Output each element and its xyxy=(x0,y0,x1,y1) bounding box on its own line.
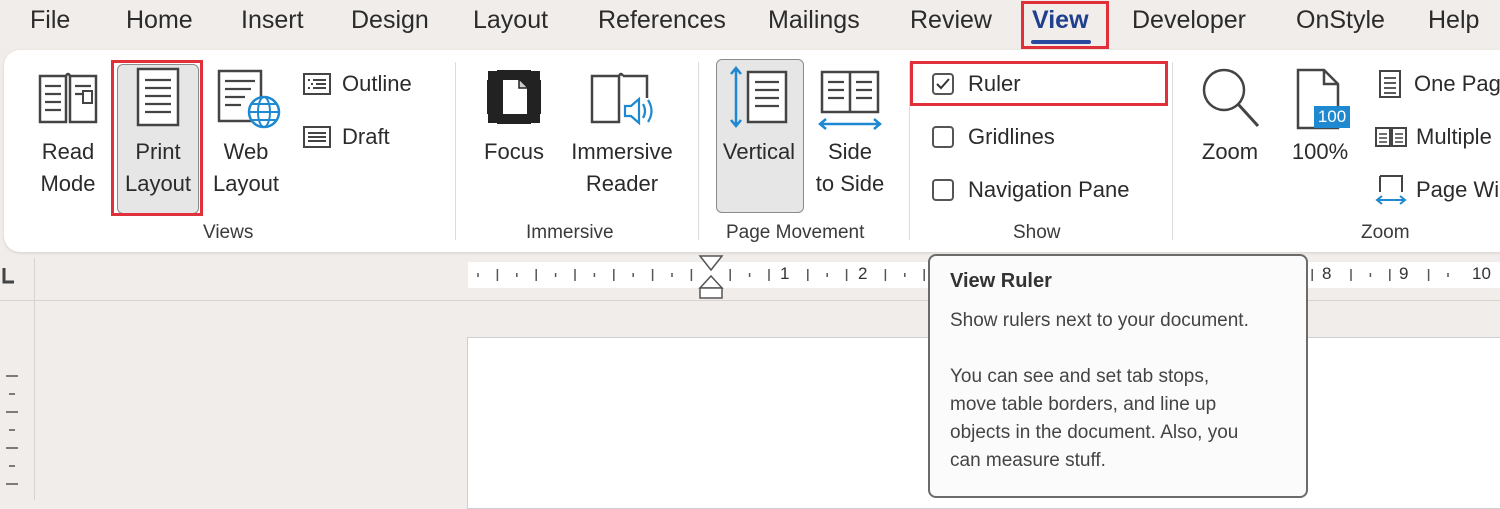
ruler-divider xyxy=(34,258,35,500)
book-icon xyxy=(38,72,98,124)
ruler-checkbox[interactable]: Ruler xyxy=(932,68,1021,100)
gridlines-checkbox[interactable]: Gridlines xyxy=(932,121,1055,153)
separator xyxy=(698,62,699,240)
one-page-label: One Pag xyxy=(1414,71,1500,96)
show-group-label: Show xyxy=(1013,222,1061,243)
menu-file[interactable]: File xyxy=(30,6,70,35)
side-to-side-icon xyxy=(818,70,882,130)
menu-onstyle[interactable]: OnStyle xyxy=(1296,6,1385,35)
immersive-group-label: Immersive xyxy=(526,222,614,243)
web-layout-label-1: Web xyxy=(223,139,269,164)
print-layout-label-2: Layout xyxy=(124,171,192,196)
separator xyxy=(455,62,456,240)
ruler-number: 8 xyxy=(1322,264,1332,283)
tab-selector-icon[interactable] xyxy=(0,258,34,300)
draft-button[interactable]: Draft xyxy=(302,121,390,153)
focus-button[interactable]: Focus xyxy=(478,62,550,168)
page-movement-group-label: Page Movement xyxy=(726,222,865,243)
menu-insert[interactable]: Insert xyxy=(241,6,304,35)
immersive-reader-label-2: Reader xyxy=(585,171,659,196)
tooltip-body-line: can measure stuff. xyxy=(950,450,1106,471)
web-layout-icon xyxy=(217,69,281,129)
separator xyxy=(909,62,910,240)
view-ruler-tooltip: View Ruler Show rulers next to your docu… xyxy=(928,254,1308,498)
print-layout-label-1: Print xyxy=(135,139,181,164)
zoom-label: Zoom xyxy=(1201,139,1259,164)
print-layout-button[interactable]: Print Layout xyxy=(118,62,198,200)
ruler-number: 9 xyxy=(1399,264,1409,283)
active-tab-indicator xyxy=(1031,40,1091,44)
navigation-pane-unchecked-icon xyxy=(932,179,954,201)
vertical-button[interactable]: Vertical xyxy=(716,62,802,168)
side-to-side-label-1: Side xyxy=(827,139,873,164)
web-layout-button[interactable]: Web Layout xyxy=(208,62,284,200)
read-mode-button[interactable]: Read Mode xyxy=(30,62,106,200)
menu-design[interactable]: Design xyxy=(351,6,429,35)
one-page-icon xyxy=(1379,70,1401,98)
tooltip-title: View Ruler xyxy=(950,270,1052,292)
gridlines-label: Gridlines xyxy=(968,124,1055,149)
menu-mailings[interactable]: Mailings xyxy=(768,6,860,35)
navigation-pane-checkbox[interactable]: Navigation Pane xyxy=(932,174,1129,206)
outline-icon xyxy=(303,73,331,95)
menu-help[interactable]: Help xyxy=(1428,6,1479,35)
menu-view[interactable]: View xyxy=(1032,6,1089,35)
one-page-button[interactable]: One Pag xyxy=(1378,68,1500,100)
navigation-pane-label: Navigation Pane xyxy=(968,177,1130,202)
immersive-reader-icon xyxy=(590,72,653,126)
zoom-100-button[interactable]: 100 100% xyxy=(1284,62,1356,168)
tooltip-body-line: You can see and set tab stops, xyxy=(950,366,1210,387)
read-mode-label-1: Read xyxy=(41,139,95,164)
zoom-group-label: Zoom xyxy=(1361,222,1410,243)
ruler-label: Ruler xyxy=(968,71,1021,96)
outline-label: Outline xyxy=(342,71,412,96)
menu-references[interactable]: References xyxy=(598,6,726,35)
indent-marker-icon[interactable] xyxy=(698,254,724,302)
page-width-button[interactable]: Page Wi xyxy=(1374,174,1499,206)
tooltip-body-line: objects in the document. Also, you xyxy=(950,422,1239,443)
ruler-number: 2 xyxy=(858,264,868,283)
vertical-scroll-icon xyxy=(730,66,788,128)
side-to-side-label-2: to Side xyxy=(815,171,885,196)
menu-bar: File Home Insert Design Layout Reference… xyxy=(0,0,1500,46)
magnifier-icon xyxy=(1202,68,1260,128)
vertical-ruler[interactable] xyxy=(0,360,34,500)
multiple-pages-icon xyxy=(1375,127,1407,147)
page-width-label: Page Wi xyxy=(1416,177,1500,202)
tooltip-description: Show rulers next to your document. xyxy=(950,310,1249,331)
multiple-pages-label: Multiple xyxy=(1416,124,1492,149)
menu-layout[interactable]: Layout xyxy=(473,6,548,35)
immersive-reader-button[interactable]: Immersive Reader xyxy=(564,62,680,200)
gridlines-unchecked-icon xyxy=(932,126,954,148)
tooltip-body-line: move table borders, and line up xyxy=(950,394,1217,415)
side-to-side-button[interactable]: Side to Side xyxy=(810,62,890,200)
ruler-number: 1 xyxy=(780,264,790,283)
views-group-label: Views xyxy=(203,222,254,243)
menu-developer[interactable]: Developer xyxy=(1132,6,1246,35)
read-mode-label-2: Mode xyxy=(40,171,96,196)
zoom-button[interactable]: Zoom xyxy=(1194,62,1266,168)
menu-review[interactable]: Review xyxy=(910,6,992,35)
zoom-100-badge: 100 xyxy=(1317,107,1347,126)
page-icon xyxy=(136,67,180,127)
immersive-reader-label-1: Immersive xyxy=(571,139,673,164)
vertical-label: Vertical xyxy=(722,139,796,164)
menu-home[interactable]: Home xyxy=(126,6,193,35)
outline-button[interactable]: Outline xyxy=(302,68,412,100)
ruler-number: 10 xyxy=(1472,264,1491,283)
web-layout-label-2: Layout xyxy=(212,171,280,196)
draft-label: Draft xyxy=(342,124,390,149)
ruler-check-icon xyxy=(932,73,954,95)
zoom-100-label: 100% xyxy=(1291,139,1349,164)
focus-icon xyxy=(486,69,542,125)
multiple-pages-button[interactable]: Multiple xyxy=(1374,121,1492,153)
focus-label: Focus xyxy=(484,139,544,164)
separator xyxy=(1172,62,1173,240)
draft-icon xyxy=(303,126,331,148)
page-width-icon xyxy=(1375,175,1407,205)
